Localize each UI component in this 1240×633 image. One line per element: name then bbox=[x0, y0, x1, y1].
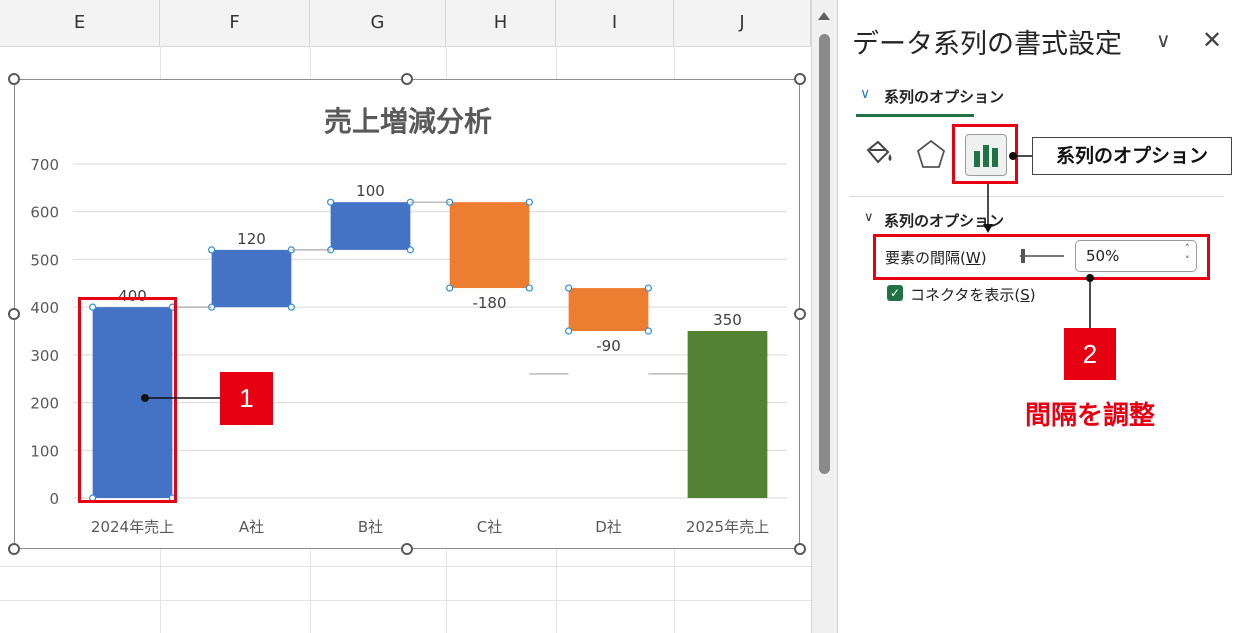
bar-selection-handle bbox=[644, 327, 652, 335]
y-tick-label: 600 bbox=[30, 204, 59, 222]
bar-selection-handle bbox=[287, 303, 295, 311]
x-tick-label: C社 bbox=[477, 518, 502, 536]
resize-handle-bottom-left[interactable] bbox=[8, 543, 20, 555]
bar-5[interactable] bbox=[568, 288, 649, 331]
bar-selection-handle bbox=[525, 198, 533, 206]
y-tick-label: 300 bbox=[30, 347, 59, 365]
bar-selection-handle bbox=[565, 284, 573, 292]
resize-handle-top[interactable] bbox=[401, 73, 413, 85]
tab-chevron-icon: ∨ bbox=[860, 86, 871, 102]
y-tick-label: 0 bbox=[49, 490, 59, 508]
highlight-box-gap-width bbox=[873, 234, 1210, 280]
section-chevron-icon[interactable]: ∨ bbox=[864, 210, 874, 225]
bar-6[interactable] bbox=[687, 331, 768, 498]
resize-handle-left[interactable] bbox=[8, 308, 20, 320]
connector-label-close: ) bbox=[1029, 286, 1036, 304]
y-tick-label: 700 bbox=[30, 156, 59, 174]
data-label: 100 bbox=[356, 182, 385, 200]
pane-title: データ系列の書式設定 bbox=[852, 29, 1122, 60]
tab-series-options[interactable]: 系列のオプション bbox=[884, 86, 1004, 107]
resize-handle-bottom-right[interactable] bbox=[794, 543, 806, 555]
connector-checkbox[interactable]: ✓ bbox=[887, 285, 903, 301]
bar-3[interactable] bbox=[330, 202, 411, 250]
column-header-row: E F G H I J bbox=[0, 0, 811, 47]
pentagon-icon[interactable] bbox=[913, 136, 953, 176]
close-icon[interactable]: ✕ bbox=[1202, 26, 1222, 54]
annotation-adjust-gap: 間隔を調整 bbox=[1000, 393, 1180, 439]
resize-handle-top-left[interactable] bbox=[8, 73, 20, 85]
bar-2[interactable] bbox=[211, 249, 292, 308]
column-header-j[interactable]: J bbox=[674, 0, 811, 46]
resize-handle-bottom[interactable] bbox=[401, 543, 413, 555]
connector-accesskey: S bbox=[1020, 286, 1030, 304]
y-tick-label: 400 bbox=[30, 299, 59, 317]
column-header-f[interactable]: F bbox=[160, 0, 310, 46]
column-header-g[interactable]: G bbox=[310, 0, 446, 46]
data-label: 120 bbox=[237, 230, 266, 248]
column-header-h[interactable]: H bbox=[446, 0, 556, 46]
connector-checkbox-label[interactable]: コネクタを表示(S) bbox=[910, 284, 1036, 305]
x-tick-label: A社 bbox=[239, 518, 264, 536]
annotation-badge-1: 1 bbox=[220, 372, 273, 425]
column-header-i[interactable]: I bbox=[556, 0, 674, 46]
bar-selection-handle bbox=[208, 246, 216, 254]
data-label: 350 bbox=[713, 311, 742, 329]
bar-selection-handle bbox=[644, 284, 652, 292]
highlight-box-series-options-icon bbox=[952, 124, 1018, 184]
bar-selection-handle bbox=[406, 246, 414, 254]
y-tick-label: 500 bbox=[30, 251, 59, 269]
bar-selection-handle bbox=[446, 284, 454, 292]
tab-underline bbox=[856, 114, 974, 117]
resize-handle-right[interactable] bbox=[794, 308, 806, 320]
pane-divider bbox=[850, 196, 1224, 197]
annotation-badge-2: 2 bbox=[1064, 328, 1116, 380]
paint-bucket-icon[interactable] bbox=[860, 136, 900, 176]
column-header-e[interactable]: E bbox=[0, 0, 160, 46]
vertical-scrollbar[interactable] bbox=[811, 0, 837, 633]
chevron-down-icon[interactable]: ∨ bbox=[1156, 28, 1171, 52]
grid-line bbox=[0, 566, 811, 567]
format-data-series-pane: データ系列の書式設定 ∨ ✕ ∨ 系列のオプション ∨ 系列のオプション 要素の… bbox=[837, 0, 1231, 633]
scroll-up-arrow-icon[interactable] bbox=[818, 12, 830, 20]
connector-label-text: コネクタを表示( bbox=[910, 286, 1021, 304]
tooltip-series-options: 系列のオプション bbox=[1032, 137, 1232, 175]
x-tick-label: 2025年売上 bbox=[686, 518, 769, 536]
grid-line bbox=[0, 600, 811, 601]
x-tick-label: 2024年売上 bbox=[91, 518, 174, 536]
x-tick-label: B社 bbox=[358, 518, 383, 536]
y-tick-label: 100 bbox=[30, 442, 59, 460]
bar-selection-handle bbox=[565, 327, 573, 335]
highlight-box-first-bar bbox=[78, 297, 177, 503]
data-label: -90 bbox=[596, 337, 621, 355]
section-series-options-heading[interactable]: 系列のオプション bbox=[884, 210, 1004, 231]
bar-4[interactable] bbox=[449, 202, 530, 289]
bar-selection-handle bbox=[327, 198, 335, 206]
y-tick-label: 200 bbox=[30, 395, 59, 413]
data-label: -180 bbox=[472, 294, 506, 312]
scrollbar-thumb[interactable] bbox=[819, 34, 830, 474]
resize-handle-top-right[interactable] bbox=[794, 73, 806, 85]
bar-selection-handle bbox=[525, 284, 533, 292]
x-tick-label: D社 bbox=[595, 518, 622, 536]
